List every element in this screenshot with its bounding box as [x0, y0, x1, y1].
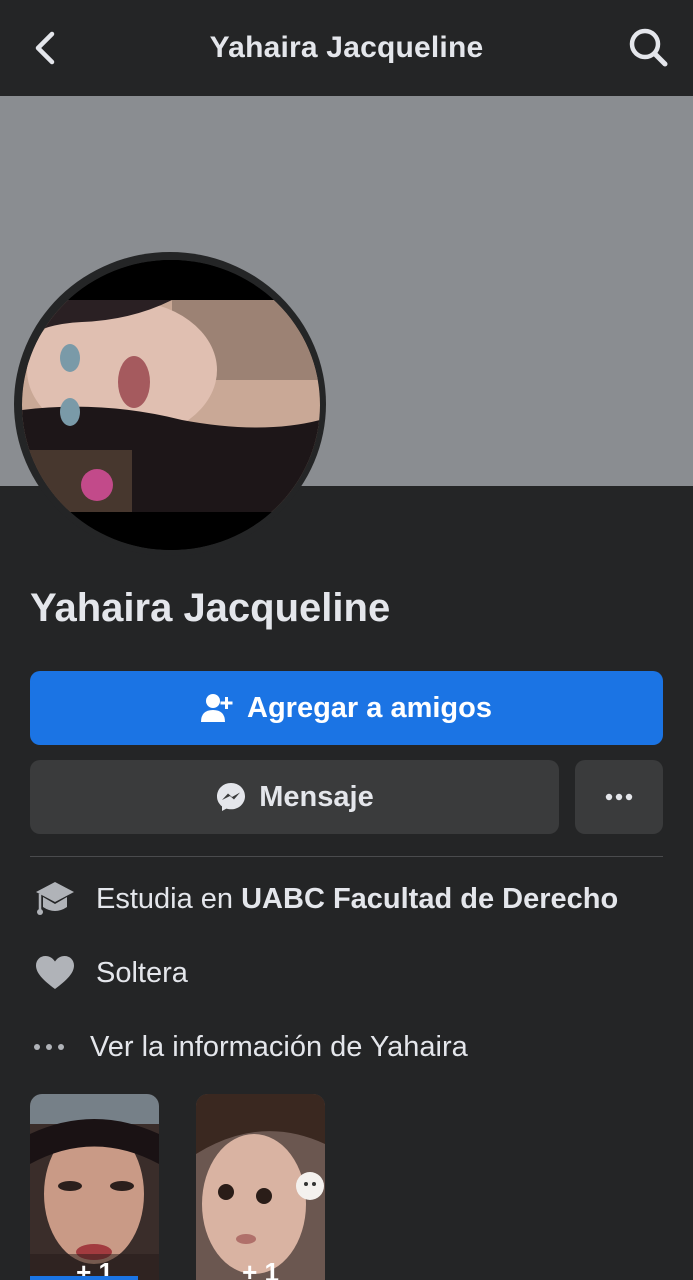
add-friend-button[interactable]: Agregar a amigos	[30, 671, 663, 745]
heart-icon	[30, 953, 80, 993]
top-bar: Yahaira Jacqueline	[0, 0, 693, 96]
info-relationship: Soltera	[30, 950, 188, 996]
profile-avatar[interactable]	[22, 260, 320, 550]
messenger-icon	[217, 783, 246, 811]
story-progress	[30, 1276, 138, 1280]
story-thumbnail	[30, 1094, 159, 1280]
see-more-info[interactable]: Ver la información de Yahaira	[30, 1024, 468, 1070]
chevron-left-icon[interactable]	[28, 28, 64, 68]
more-dots-icon	[605, 793, 633, 801]
featured-story[interactable]: + 1	[196, 1094, 325, 1280]
add-person-icon	[201, 694, 233, 722]
more-dots-icon	[30, 1027, 68, 1067]
see-more-label: Ver la información de Yahaira	[90, 1030, 468, 1063]
more-options-button[interactable]	[575, 760, 663, 834]
divider	[30, 856, 663, 857]
message-button[interactable]: Mensaje	[30, 760, 559, 834]
profile-photo	[22, 260, 320, 550]
info-education: Estudia en UABC Facultad de Derecho	[30, 876, 618, 922]
page-title: Yahaira Jacqueline	[209, 31, 484, 64]
relationship-status: Soltera	[96, 956, 188, 989]
story-thumbnail	[196, 1094, 325, 1280]
featured-story[interactable]: + 1	[30, 1094, 159, 1280]
add-friend-label: Agregar a amigos	[247, 691, 492, 724]
education-prefix: Estudia en	[96, 882, 242, 915]
education-place[interactable]: UABC Facultad de Derecho	[241, 883, 618, 916]
message-label: Mensaje	[259, 780, 374, 813]
profile-name: Yahaira Jacqueline	[30, 586, 391, 630]
search-icon[interactable]	[627, 26, 671, 70]
graduation-cap-icon	[30, 879, 80, 919]
story-count: + 1	[242, 1257, 279, 1280]
